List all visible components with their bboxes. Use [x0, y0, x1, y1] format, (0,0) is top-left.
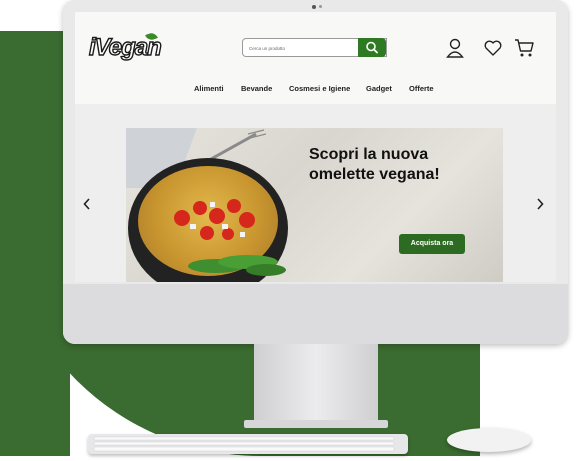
imac-monitor: iVegan Cerca un prodotto Alimenti Bevand… [63, 0, 568, 344]
hero-title-line1: Scopri la nuova [309, 146, 429, 163]
nav-item-bevande[interactable]: Bevande [241, 84, 272, 93]
camera-dot [312, 5, 316, 9]
buy-now-button[interactable]: Acquista ora [399, 234, 465, 254]
monitor-stand-base [244, 420, 388, 428]
keyboard [88, 434, 408, 454]
camera-sensor-dot [319, 5, 322, 8]
hero-banner: Scopri la nuova omelette vegana! Acquist… [126, 128, 503, 282]
monitor-chin [63, 284, 568, 344]
site-header: iVegan Cerca un prodotto Alimenti Bevand… [75, 12, 556, 104]
cart-icon[interactable] [514, 38, 535, 58]
search-icon [366, 41, 378, 54]
nav-item-cosmesi[interactable]: Cosmesi e Igiene [289, 84, 350, 93]
chevron-right-icon[interactable] [536, 198, 544, 210]
keyboard-keys [93, 436, 395, 452]
green-beans-image [188, 255, 286, 276]
search-button[interactable] [358, 38, 386, 57]
chevron-left-icon[interactable] [83, 198, 91, 210]
user-icon[interactable] [446, 38, 464, 58]
website-screen: iVegan Cerca un prodotto Alimenti Bevand… [75, 12, 556, 282]
nav-item-gadget[interactable]: Gadget [366, 84, 392, 93]
nav-item-alimenti[interactable]: Alimenti [194, 84, 224, 93]
hero-title: Scopri la nuova omelette vegana! [309, 145, 440, 185]
nav-item-offerte[interactable]: Offerte [409, 84, 434, 93]
heart-icon[interactable] [484, 40, 502, 56]
magic-mouse [447, 428, 531, 452]
monitor-stand [254, 344, 378, 424]
hero-title-line2: omelette vegana! [309, 166, 440, 183]
